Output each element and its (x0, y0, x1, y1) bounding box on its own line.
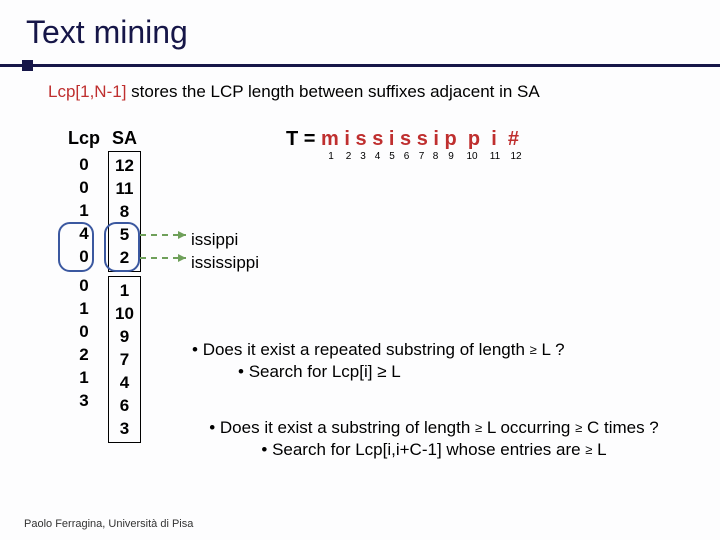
slide: Text mining Lcp[1,N-1] stores the LCP le… (0, 0, 720, 540)
sa-cell: 9 (115, 325, 133, 348)
footer: Paolo Ferragina, Università di Pisa (24, 518, 193, 530)
t-num: 5 (385, 151, 399, 162)
t-num: 8 (429, 151, 442, 162)
t-num: 6 (399, 151, 414, 162)
sa-highlight-box (104, 222, 140, 272)
t-prefix: T = (286, 128, 321, 150)
lcp-cell: 0 (75, 274, 93, 297)
q1-text: Does it exist a repeated substring of le… (203, 340, 530, 359)
sa-cell: 1 (115, 279, 133, 302)
t-char: s (356, 128, 367, 150)
t-char: p (468, 128, 480, 150)
lcp-cell: 1 (75, 297, 93, 320)
sa-column: SA 12 11 8 5 2 1 10 9 7 4 6 3 (108, 128, 141, 443)
t-char: i (433, 128, 439, 150)
slide-title: Text mining (0, 0, 720, 51)
lcp-cell: 0 (75, 153, 93, 176)
sa-cell: 10 (115, 302, 134, 325)
sa-cell: 7 (115, 348, 133, 371)
t-num: 2 (341, 151, 356, 162)
q2-sub-tail: L (592, 440, 606, 459)
q2-tail: C times ? (582, 418, 659, 437)
arrow-head-icon (178, 231, 186, 239)
q1-sub-text: Search for Lcp[i] ≥ L (249, 362, 401, 381)
t-char: p (445, 128, 457, 150)
t-char: # (508, 128, 519, 150)
t-char: m (321, 128, 339, 150)
bullet-icon (238, 362, 249, 381)
t-char: i (491, 128, 497, 150)
sa-box-bottom: 1 10 9 7 4 6 3 (108, 276, 141, 443)
sa-label: SA (112, 128, 137, 151)
t-num: 7 (414, 151, 429, 162)
subtitle: Lcp[1,N-1] stores the LCP length between… (48, 82, 540, 102)
lcp-cell: 0 (75, 176, 93, 199)
suffix-a: issippi (191, 228, 259, 251)
bullet-icon (261, 440, 272, 459)
q2-sub-text: Search for Lcp[i,i+C-1] whose entries ar… (272, 440, 585, 459)
lcp-cell: 0 (75, 320, 93, 343)
t-nums: 1 2 3 4 5 6 7 8 9 10 11 12 (286, 151, 526, 162)
sa-cell: 3 (115, 417, 133, 440)
suffix-labels: issippi ississippi (191, 228, 259, 274)
sa-cell: 4 (115, 371, 133, 394)
lcp-sa-tables: Lcp 0 0 1 4 0 0 1 0 2 1 3 SA 12 11 8 (68, 128, 141, 443)
lcp-cell: 1 (75, 199, 93, 222)
t-num: 4 (370, 151, 385, 162)
t-num: 11 (484, 151, 506, 162)
lcp-cell: 1 (75, 366, 93, 389)
subtitle-rest: stores the LCP length between suffixes a… (126, 82, 539, 101)
t-char: i (344, 128, 350, 150)
t-num: 9 (442, 151, 460, 162)
lcp-highlight-box (58, 222, 94, 272)
t-char: s (417, 128, 428, 150)
t-char: s (400, 128, 411, 150)
bullet-icon (209, 418, 220, 437)
suffix-b: ississippi (191, 251, 259, 274)
t-num: 1 (321, 151, 341, 162)
title-underline (0, 64, 720, 67)
question-1: Does it exist a repeated substring of le… (192, 340, 692, 382)
t-num: 10 (460, 151, 484, 162)
t-char: s (372, 128, 383, 150)
q2-mid: L occurring (482, 418, 575, 437)
lcp-cell: 3 (75, 389, 93, 412)
t-chars: T = m i s s i s s i p p i # (286, 128, 526, 151)
q1-tail: L ? (537, 340, 565, 359)
sa-cell: 12 (115, 154, 134, 177)
sa-cell: 8 (115, 200, 133, 223)
t-num: 3 (356, 151, 370, 162)
sa-cell: 6 (115, 394, 133, 417)
arrow-head-icon (178, 254, 186, 262)
sa-cell: 11 (115, 177, 133, 200)
t-string: T = m i s s i s s i p p i # 1 2 3 4 5 6 … (286, 128, 526, 162)
lcp-label: Lcp (68, 128, 100, 151)
subtitle-highlight: Lcp[1,N-1] (48, 82, 126, 101)
lcp-box: 0 0 1 4 0 0 1 0 2 1 3 (69, 151, 99, 414)
question-2: Does it exist a substring of length ≥ L … (154, 418, 714, 460)
t-num: 12 (506, 151, 526, 162)
lcp-cell: 2 (75, 343, 93, 366)
ge-symbol: ≥ (530, 342, 537, 357)
q2-text: Does it exist a substring of length (220, 418, 475, 437)
t-char: i (389, 128, 395, 150)
bullet-icon (192, 340, 203, 359)
